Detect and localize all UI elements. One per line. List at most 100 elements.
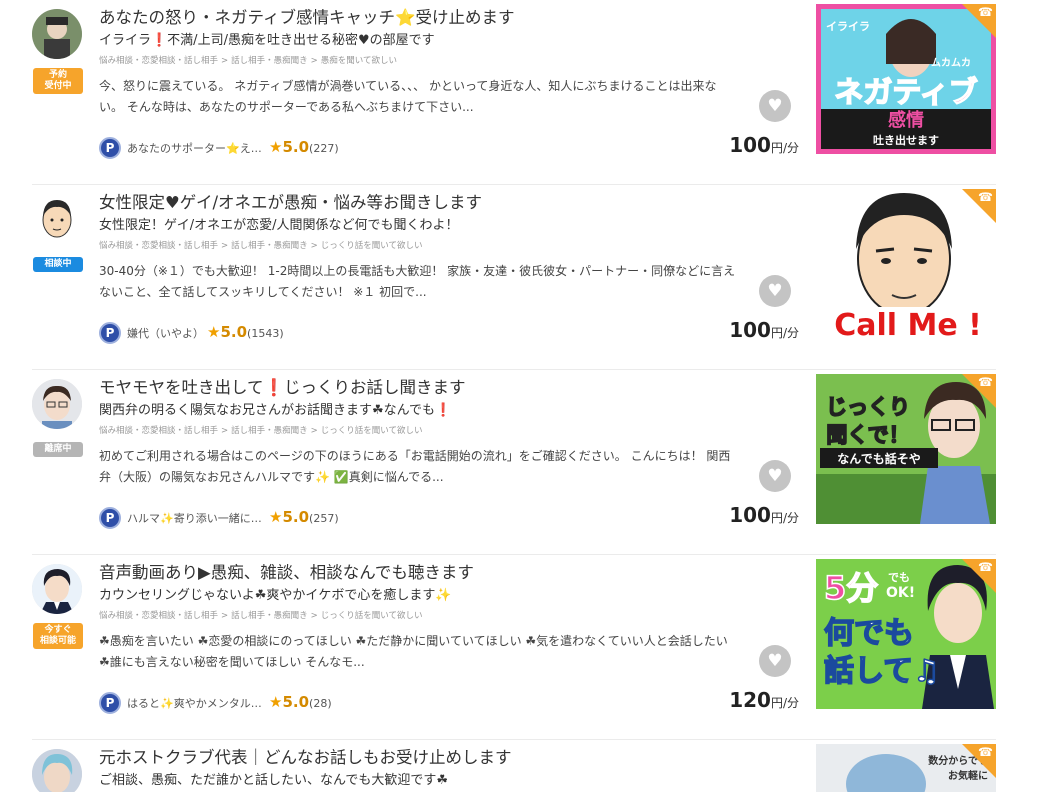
status-badge: 相談中 <box>33 257 83 272</box>
star-icon: ★ <box>207 323 221 341</box>
p-badge-icon: P <box>99 692 121 714</box>
phone-icon: ☎ <box>978 560 993 574</box>
listing-title[interactable]: 女性限定♥ゲイ/オネエが愚痴・悩み等お聞きします <box>99 191 799 215</box>
heart-icon: ♥ <box>767 651 783 671</box>
category-link[interactable]: じっくり話を聞いて欲しい <box>321 611 423 621</box>
listing-thumbnail[interactable]: じっくり 聞くで！ なんでも話そや ☎ <box>816 374 996 524</box>
thumb-text: じっくり <box>826 395 910 419</box>
category-breadcrumb: 悩み相談・恋愛相談・話し相手 > 話し相手・愚痴聞き > じっくり話を聞いて欲しい <box>99 426 423 436</box>
p-badge-icon: P <box>99 507 121 529</box>
listing-description: 30-40分（※１）でも大歓迎！ 1-2時間以上の長電話も大歓迎！ 家族・友達・… <box>99 264 736 299</box>
listing-thumbnail[interactable]: 数分からでも お気軽に ☎ <box>816 744 996 792</box>
listing-card[interactable]: 離席中 モヤモヤを吐き出して❗じっくりお話し聞きます 関西弁の明るく陽気なお兄さ… <box>32 370 996 555</box>
category-link[interactable]: 話し相手・愚痴聞き <box>231 426 308 436</box>
review-count: (1543) <box>247 327 284 340</box>
category-breadcrumb: 悩み相談・恋愛相談・話し相手 > 話し相手・愚痴聞き > じっくり話を聞いて欲しい <box>99 241 423 251</box>
profile-name[interactable]: はると✨爽やかメンタル… <box>127 695 262 711</box>
favorite-button[interactable]: ♥ <box>759 460 791 492</box>
thumb-text: なんでも話そや <box>837 451 920 466</box>
thumb-text: ムカムカ <box>931 57 971 69</box>
avatar[interactable] <box>32 9 82 59</box>
phone-icon: ☎ <box>978 375 993 389</box>
listing-title[interactable]: 音声動画あり▶愚痴、雑談、相談なんでも聴きます <box>99 561 799 585</box>
category-link[interactable]: 話し相手・愚痴聞き <box>231 56 308 66</box>
listing-card[interactable]: 今すぐ 相談可能 音声動画あり▶愚痴、雑談、相談なんでも聴きます カウンセリング… <box>32 555 996 740</box>
favorite-button[interactable]: ♥ <box>759 275 791 307</box>
phone-icon: ☎ <box>978 5 993 19</box>
listing-title[interactable]: あなたの怒り・ネガティブ感情キャッチ⭐受け止めます <box>99 6 799 30</box>
price: 100円/分 <box>729 133 799 157</box>
thumb-text: 何でも <box>824 616 914 651</box>
category-link[interactable]: 話し相手・愚痴聞き <box>231 611 308 621</box>
review-count: (227) <box>309 142 339 155</box>
rating-value: 5.0 <box>220 323 248 341</box>
price: 100円/分 <box>729 318 799 342</box>
profile-name[interactable]: ハルマ✨寄り添い一緒に… <box>127 510 262 526</box>
thumb-text: Call Me ! <box>834 308 982 339</box>
listing-subtitle: 女性限定！ゲイ/オネエが恋愛/人間関係など何でも聞くわよ！ <box>99 218 459 233</box>
review-count: (28) <box>309 697 332 710</box>
listing-description: 今、怒りに震えている。 ネガティブ感情が渦巻いている、、、 かといって身近な人、… <box>99 79 717 114</box>
phone-icon: ☎ <box>978 745 993 759</box>
heart-icon: ♥ <box>767 281 783 301</box>
profile-name[interactable]: 嫌代（いやよ） <box>127 325 204 341</box>
listing-title[interactable]: 元ホストクラブ代表｜どんなお話しもお受け止めします <box>99 746 799 770</box>
price: 120円/分 <box>729 688 799 712</box>
rating-value: 5.0 <box>282 508 310 526</box>
status-badge: 今すぐ 相談可能 <box>33 623 83 649</box>
avatar[interactable] <box>32 194 82 244</box>
category-link[interactable]: 愚痴を聞いて欲しい <box>321 56 397 66</box>
thumb-text: ネガティブ <box>834 75 977 109</box>
rating-value: 5.0 <box>282 693 310 711</box>
favorite-button[interactable]: ♥ <box>759 90 791 122</box>
category-breadcrumb: 悩み相談・恋愛相談・話し相手 > 話し相手・愚痴聞き > 愚痴を聞いて欲しい <box>99 56 398 66</box>
status-badge: 予約 受付中 <box>33 68 83 94</box>
heart-icon: ♥ <box>767 466 783 486</box>
listing-subtitle: ご相談、愚痴、ただ誰かと話したい、なんでも大歓迎です☘ <box>99 773 449 788</box>
favorite-button[interactable]: ♥ <box>759 645 791 677</box>
thumb-text: 吐き出せます <box>873 133 939 147</box>
thumb-text: 聞くで！ <box>826 423 909 447</box>
category-link[interactable]: 悩み相談・恋愛相談・話し相手 <box>99 426 218 436</box>
rating-value: 5.0 <box>282 138 310 156</box>
listing-subtitle: 関西弁の明るく陽気なお兄さんがお話聞きます☘なんでも❗ <box>99 403 452 418</box>
avatar[interactable] <box>32 564 82 614</box>
listing-title[interactable]: モヤモヤを吐き出して❗じっくりお話し聞きます <box>99 376 799 400</box>
listing-card[interactable]: 相談中 女性限定♥ゲイ/オネエが愚痴・悩み等お聞きします 女性限定！ゲイ/オネエ… <box>32 185 996 370</box>
thumb-text: OK! <box>886 585 915 601</box>
category-link[interactable]: 悩み相談・恋愛相談・話し相手 <box>99 56 218 66</box>
thumb-text: 感情 <box>888 109 924 131</box>
listing-description: 初めてご利用される場合はこのページの下のほうにある「お電話開始の流れ」をご確認く… <box>99 449 731 484</box>
category-link[interactable]: じっくり話を聞いて欲しい <box>321 426 423 436</box>
thumb-text: イライラ <box>826 20 870 33</box>
listing-subtitle: カウンセリングじゃないよ☘爽やかイケボで心を癒します✨ <box>99 588 452 603</box>
thumb-text: でも <box>888 571 910 584</box>
listing-description: ☘愚痴を言いたい ☘恋愛の相談にのってほしい ☘ただ静かに聞いていてほしい ☘気… <box>99 634 728 669</box>
thumb-text: 話して♫ <box>824 654 940 689</box>
category-link[interactable]: 悩み相談・恋愛相談・話し相手 <box>99 611 218 621</box>
listing-thumbnail[interactable]: イライラ ムカムカ ネガティブ 感情 吐き出せます ☎ <box>816 4 996 154</box>
listing-thumbnail[interactable]: 5分 でも OK! 何でも 話して♫ ☎ <box>816 559 996 709</box>
profile-name[interactable]: あなたのサポーター⭐え… <box>127 140 262 156</box>
listing-thumbnail[interactable]: Call Me ! ☎ <box>816 189 996 339</box>
star-icon: ★ <box>269 693 283 711</box>
review-count: (257) <box>309 512 339 525</box>
phone-icon: ☎ <box>978 190 993 204</box>
category-link[interactable]: 悩み相談・恋愛相談・話し相手 <box>99 241 218 251</box>
listing-card[interactable]: 元ホストクラブ代表｜どんなお話しもお受け止めします ご相談、愚痴、ただ誰かと話し… <box>32 740 996 792</box>
listing-subtitle: イライラ❗不満/上司/愚痴を吐き出せる秘密♥の部屋です <box>99 33 435 48</box>
price: 100円/分 <box>729 503 799 527</box>
avatar[interactable] <box>32 379 82 429</box>
category-link[interactable]: じっくり話を聞いて欲しい <box>321 241 423 251</box>
status-badge: 離席中 <box>33 442 83 457</box>
avatar[interactable] <box>32 749 82 792</box>
p-badge-icon: P <box>99 137 121 159</box>
listing-card[interactable]: 予約 受付中 あなたの怒り・ネガティブ感情キャッチ⭐受け止めます イライラ❗不満… <box>32 0 996 185</box>
category-link[interactable]: 話し相手・愚痴聞き <box>231 241 308 251</box>
thumb-text: 5分 <box>824 569 878 607</box>
star-icon: ★ <box>269 508 283 526</box>
star-icon: ★ <box>269 138 283 156</box>
category-breadcrumb: 悩み相談・恋愛相談・話し相手 > 話し相手・愚痴聞き > じっくり話を聞いて欲しい <box>99 611 423 621</box>
p-badge-icon: P <box>99 322 121 344</box>
heart-icon: ♥ <box>767 96 783 116</box>
